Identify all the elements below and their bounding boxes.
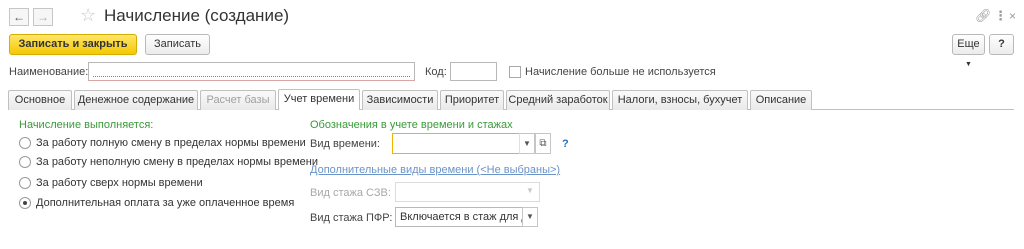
tab-priority[interactable]: Приоритет bbox=[440, 90, 504, 110]
name-label: Наименование: bbox=[9, 66, 89, 78]
deprecated-checkbox[interactable] bbox=[509, 66, 521, 78]
star-icon[interactable]: ☆ bbox=[80, 5, 96, 25]
time-type-label: Вид времени: bbox=[310, 138, 380, 150]
radio-additional-payment[interactable] bbox=[19, 197, 31, 209]
pfr-dropdown-button[interactable]: ▼ bbox=[522, 207, 538, 227]
tab-monetary-content[interactable]: Денежное содержание bbox=[74, 90, 198, 110]
arrow-left-icon: ← bbox=[13, 10, 25, 24]
tab-base-calculation[interactable]: Расчет базы bbox=[200, 90, 276, 110]
tab-main[interactable]: Основное bbox=[8, 90, 72, 110]
time-type-input[interactable]: ▼ ⧉ bbox=[392, 133, 551, 154]
tab-time-tracking[interactable]: Учет времени bbox=[278, 89, 360, 110]
radio-overtime[interactable] bbox=[19, 177, 31, 189]
help-mark[interactable]: ? bbox=[562, 137, 569, 151]
tab-dependencies[interactable]: Зависимости bbox=[362, 90, 438, 110]
more-label: Еще bbox=[957, 38, 980, 50]
deprecated-label: Начисление больше не используется bbox=[525, 66, 716, 78]
accrual-section-title: Начисление выполняется: bbox=[19, 119, 154, 131]
tab-average-earnings[interactable]: Средний заработок bbox=[506, 90, 610, 110]
pfr-label: Вид стажа ПФР: bbox=[310, 212, 393, 224]
code-label: Код: bbox=[425, 66, 447, 78]
radio-full-shift-label: За работу полную смену в пределах нормы … bbox=[36, 137, 306, 149]
tab-description[interactable]: Описание bbox=[750, 90, 812, 110]
help-button[interactable]: ? bbox=[989, 34, 1014, 55]
chevron-down-icon: ▼ bbox=[965, 61, 972, 68]
radio-overtime-label: За работу сверх нормы времени bbox=[36, 177, 203, 189]
chevron-down-icon: ▼ bbox=[523, 139, 531, 148]
more-vertical-icon[interactable]: ⋮ bbox=[994, 8, 1007, 24]
save-and-close-button[interactable]: Записать и закрыть bbox=[9, 34, 137, 55]
forward-button[interactable]: → bbox=[33, 8, 53, 26]
chevron-down-icon: ▼ bbox=[526, 186, 534, 195]
radio-partial-shift-label: За работу неполную смену в пределах норм… bbox=[36, 156, 319, 168]
close-icon[interactable]: × bbox=[1009, 8, 1016, 24]
window-title: Начисление (создание) bbox=[104, 6, 290, 25]
code-input[interactable] bbox=[450, 62, 497, 81]
pfr-select[interactable]: Включается в стаж для д bbox=[395, 207, 523, 227]
arrow-right-icon: → bbox=[37, 10, 49, 24]
link-icon[interactable]: 🔗︎ bbox=[975, 8, 992, 24]
back-button[interactable]: ← bbox=[9, 8, 29, 26]
szv-label: Вид стажа СЗВ: bbox=[310, 187, 391, 199]
radio-partial-shift[interactable] bbox=[19, 156, 31, 168]
time-tracking-section-title: Обозначения в учете времени и стажах bbox=[310, 119, 513, 131]
radio-additional-payment-label: Дополнительная оплата за уже оплаченное … bbox=[36, 197, 295, 209]
open-window-icon: ⧉ bbox=[539, 138, 547, 149]
radio-full-shift[interactable] bbox=[19, 137, 31, 149]
name-input[interactable] bbox=[88, 62, 415, 81]
time-type-open-button[interactable]: ⧉ bbox=[535, 133, 551, 154]
more-button[interactable]: Еще ▼ bbox=[952, 34, 985, 68]
required-indicator bbox=[93, 76, 410, 77]
save-button[interactable]: Записать bbox=[145, 34, 210, 55]
time-type-dropdown-button[interactable]: ▼ bbox=[519, 133, 535, 154]
szv-select[interactable] bbox=[395, 182, 540, 202]
tab-taxes[interactable]: Налоги, взносы, бухучет bbox=[612, 90, 748, 110]
additional-time-types-link[interactable]: Дополнительные виды времени (<Не выбраны… bbox=[310, 163, 560, 177]
chevron-down-icon: ▼ bbox=[526, 212, 534, 221]
